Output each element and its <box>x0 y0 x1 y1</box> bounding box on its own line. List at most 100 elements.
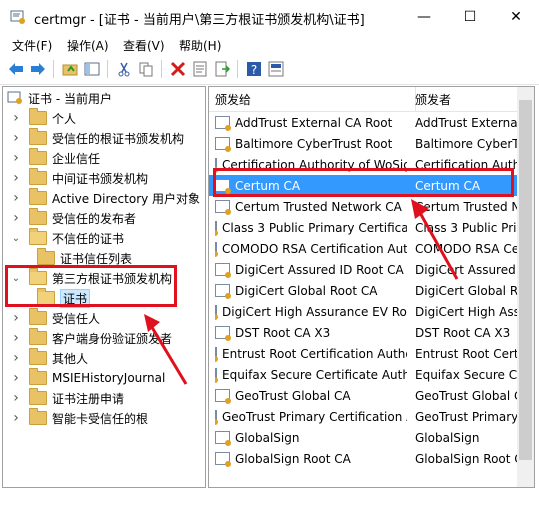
column-header-issued-to[interactable]: 颁发给 <box>209 87 416 112</box>
tree-item-label: 中间证书颁发机构 <box>52 171 149 186</box>
certificate-row[interactable]: Certum Trusted Network CA Certum Trusted … <box>209 196 517 217</box>
tree-item[interactable]: › 受信任的发布者 <box>11 208 136 228</box>
certificate-icon <box>215 137 231 152</box>
window-title: certmgr - [证书 - 当前用户\第三方根证书颁发机构\证书] <box>34 13 365 28</box>
up-folder-icon[interactable] <box>61 60 79 78</box>
chevron-right-icon[interactable]: › <box>11 130 21 146</box>
certificate-row[interactable]: GlobalSign GlobalSign <box>209 427 517 448</box>
issued-by-cell: Equifax Secure Certificate Authority <box>415 367 518 382</box>
scrollbar-thumb[interactable] <box>519 100 532 460</box>
chevron-right-icon[interactable]: › <box>11 110 21 126</box>
certificate-row[interactable]: DigiCert Global Root CA DigiCert Global R… <box>209 280 517 301</box>
tree-item[interactable]: › 受信任的根证书颁发机构 <box>11 128 184 148</box>
export-icon[interactable] <box>213 60 231 78</box>
delete-icon[interactable] <box>169 60 187 78</box>
issued-to-cell: GlobalSign Root CA <box>235 451 351 466</box>
column-header-issued-by[interactable]: 颁发者 <box>410 87 517 112</box>
show-hide-tree-icon[interactable] <box>83 60 101 78</box>
chevron-right-icon[interactable]: › <box>11 370 21 386</box>
menu-help[interactable]: 帮助(H) <box>179 37 221 54</box>
folder-icon <box>29 188 47 205</box>
chevron-right-icon[interactable]: › <box>11 390 21 406</box>
issued-by-cell: Entrust Root Certification Authority <box>415 346 517 361</box>
chevron-right-icon[interactable]: › <box>11 310 21 326</box>
chevron-right-icon[interactable]: › <box>11 190 21 206</box>
help-topics-icon[interactable] <box>267 60 285 78</box>
tree-item[interactable]: › 受信任人 <box>11 308 100 328</box>
folder-icon <box>29 328 47 345</box>
chevron-down-icon[interactable]: ⌄ <box>11 233 21 244</box>
issued-by-cell: GeoTrust Primary Certification Authority <box>415 409 518 424</box>
menu-view[interactable]: 查看(V) <box>123 37 165 54</box>
minimize-button[interactable]: — <box>401 0 447 34</box>
tree-item[interactable]: › Active Directory 用户对象 <box>11 188 200 208</box>
certificate-row[interactable]: GeoTrust Primary Certification Authority… <box>209 406 517 427</box>
annotation-arrow-row <box>411 199 459 280</box>
certificate-icon <box>215 452 231 467</box>
menu-action[interactable]: 操作(A) <box>67 37 109 54</box>
certificate-list[interactable]: 颁发给 颁发者 AddTrust External CA Root AddTrus… <box>208 86 518 488</box>
issued-by-cell: GeoTrust Global CA <box>415 388 517 403</box>
tree-item-label: 证书信任列表 <box>60 251 133 266</box>
cut-icon[interactable] <box>115 60 133 78</box>
toolbar-separator <box>107 60 108 78</box>
chevron-right-icon[interactable]: › <box>11 150 21 166</box>
chevron-right-icon[interactable]: › <box>11 330 21 346</box>
annotation-highlight-row <box>213 168 514 197</box>
folder-icon <box>29 108 47 125</box>
properties-icon[interactable] <box>191 60 209 78</box>
toolbar-separator <box>53 60 54 78</box>
tree-item-label: 受信任人 <box>52 311 101 326</box>
help-icon[interactable]: ? <box>245 60 263 78</box>
tree-item[interactable]: › 证书注册申请 <box>11 388 124 408</box>
close-button[interactable]: ✕ <box>493 0 539 34</box>
certificate-row[interactable]: AddTrust External CA Root AddTrust Extern… <box>209 112 517 133</box>
issued-to-cell: DST Root CA X3 <box>235 325 331 340</box>
chevron-right-icon[interactable]: › <box>11 170 21 186</box>
certificate-row[interactable]: GlobalSign Root CA GlobalSign Root CA <box>209 448 517 469</box>
certificate-row[interactable]: Equifax Secure Certificate Authority Equi… <box>209 364 517 385</box>
certificate-icon <box>215 116 231 131</box>
certificate-row[interactable]: Baltimore CyberTrust Root Baltimore Cyber… <box>209 133 517 154</box>
tree-item[interactable]: ⌄ 不信任的证书 <box>11 228 124 248</box>
back-arrow-icon[interactable] <box>7 60 25 78</box>
tree-item-label: 受信任的发布者 <box>52 211 137 226</box>
tree-item[interactable]: › 个人 <box>11 108 76 128</box>
issued-by-cell: GlobalSign Root CA <box>415 451 517 466</box>
certificate-row[interactable]: Class 3 Public Primary Certification Aut… <box>209 217 517 238</box>
certificate-icon <box>215 431 231 446</box>
annotation-arrow-tree <box>144 314 188 385</box>
folder-icon <box>29 348 47 365</box>
certificate-row[interactable]: COMODO RSA Certification AuthorityCOMODO… <box>209 238 517 259</box>
issued-to-cell: DigiCert High Assurance EV Root CA <box>222 304 407 319</box>
copy-icon[interactable] <box>137 60 155 78</box>
issued-to-cell: DigiCert Assured ID Root CA <box>235 262 404 277</box>
chevron-right-icon[interactable]: › <box>11 350 21 366</box>
certificate-icon <box>215 284 231 299</box>
certificate-row[interactable]: GeoTrust Global CA GeoTrust Global CA <box>209 385 517 406</box>
certificate-row[interactable]: DST Root CA X3 DST Root CA X3 <box>209 322 517 343</box>
chevron-right-icon[interactable]: › <box>11 210 21 226</box>
issued-to-cell: DigiCert Global Root CA <box>235 283 378 298</box>
tree-item[interactable]: › 其他人 <box>11 348 88 368</box>
issued-to-cell: GeoTrust Primary Certification Authority <box>222 409 407 424</box>
certificate-row[interactable]: DigiCert High Assurance EV Root CA DigiCe… <box>209 301 517 322</box>
maximize-button[interactable]: ☐ <box>447 0 493 34</box>
forward-arrow-icon[interactable] <box>29 60 47 78</box>
tree-item[interactable]: › 企业信任 <box>11 148 100 168</box>
toolbar-separator <box>161 60 162 78</box>
issued-to-cell: COMODO RSA Certification Authority <box>222 241 407 256</box>
tree-item[interactable]: › 中间证书颁发机构 <box>11 168 148 188</box>
certificate-icon <box>215 263 231 278</box>
certificate-row[interactable]: DigiCert Assured ID Root CA DigiCert Assu… <box>209 259 517 280</box>
tree-root[interactable]: 证书 - 当前用户 <box>7 88 112 108</box>
certificate-icon <box>215 389 231 404</box>
issued-by-cell: DigiCert Global Root CA <box>415 283 518 298</box>
chevron-right-icon[interactable]: › <box>11 410 21 426</box>
certificate-row[interactable]: Entrust Root Certification Authority Entr… <box>209 343 517 364</box>
tree-item[interactable]: › 智能卡受信任的根 <box>11 408 148 428</box>
menu-file[interactable]: 文件(F) <box>12 37 52 54</box>
issued-by-cell: GlobalSign <box>415 430 480 445</box>
issued-to-cell: Baltimore CyberTrust Root <box>235 136 393 151</box>
tree-item-label: 不信任的证书 <box>52 231 125 246</box>
